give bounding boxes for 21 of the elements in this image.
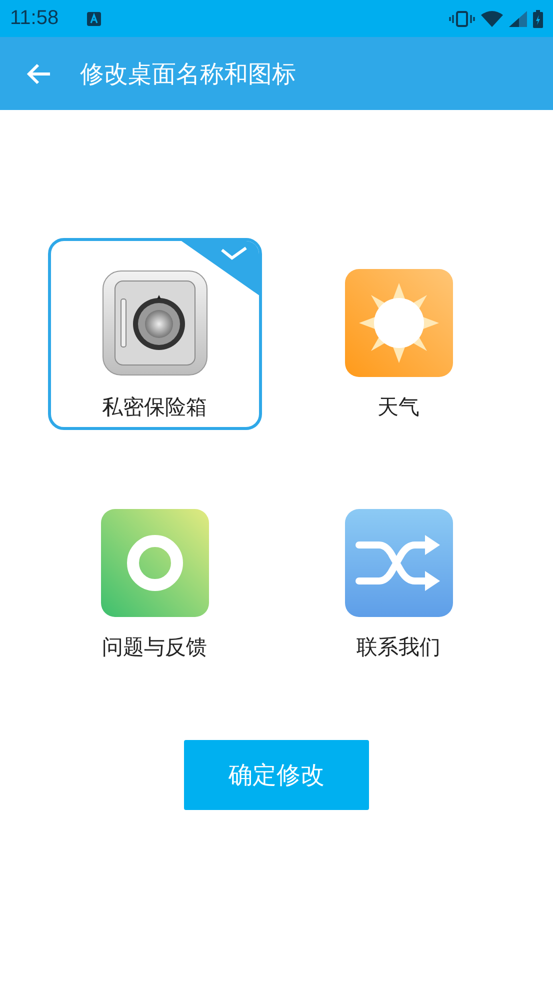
page-title: 修改桌面名称和图标 <box>80 58 296 90</box>
back-arrow-icon[interactable] <box>26 62 52 84</box>
check-corner-icon <box>180 241 258 296</box>
battery-icon <box>533 10 543 28</box>
app-name: 联系我们 <box>356 634 440 661</box>
app-option[interactable]: 问题与反馈 <box>48 478 262 670</box>
app-option[interactable]: 联系我们 <box>292 478 506 670</box>
ring-icon <box>100 509 208 617</box>
signal-icon <box>509 10 527 26</box>
app-option[interactable]: 天气 <box>292 238 506 430</box>
wifi-icon <box>481 10 503 26</box>
vibrate-icon <box>449 10 475 26</box>
app-option[interactable]: 私密保险箱 <box>48 238 262 430</box>
shuffle-icon <box>344 509 452 617</box>
app-name: 问题与反馈 <box>102 634 207 661</box>
sun-icon <box>344 269 452 377</box>
notification-icon <box>86 12 101 26</box>
app-name: 天气 <box>378 394 420 421</box>
clock: 11:58 <box>10 7 59 30</box>
app-name: 私密保险箱 <box>102 394 207 421</box>
safe-icon <box>100 269 208 377</box>
